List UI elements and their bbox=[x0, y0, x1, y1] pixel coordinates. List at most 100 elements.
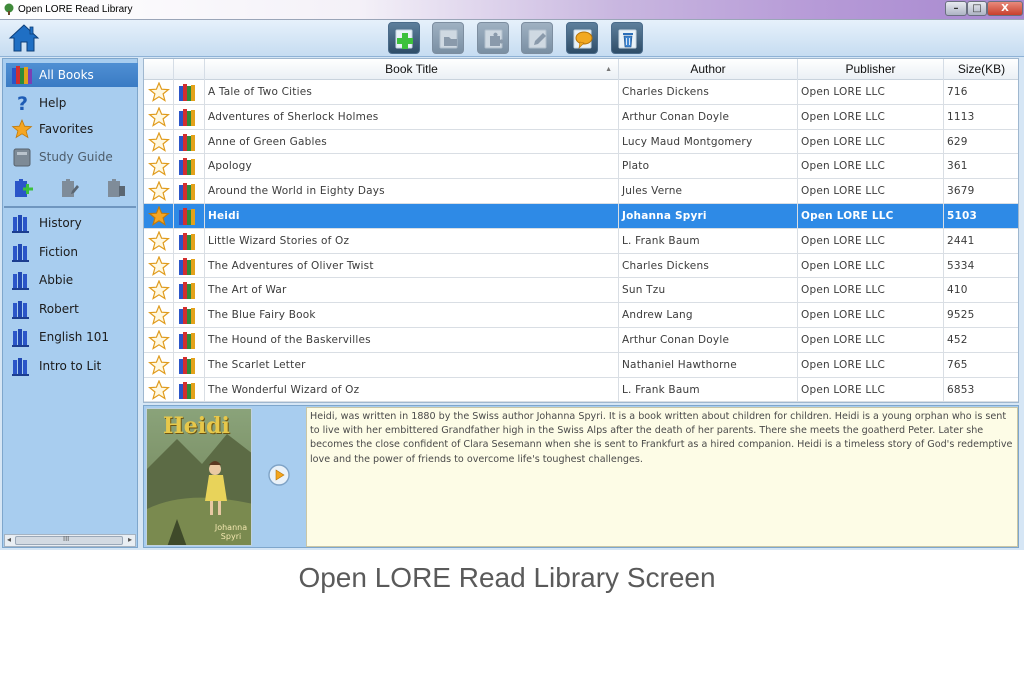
favorite-star-icon[interactable] bbox=[148, 330, 170, 350]
table-row[interactable]: Little Wizard Stories of Oz L. Frank Baum… bbox=[144, 228, 1018, 254]
maximize-button[interactable]: □ bbox=[967, 1, 987, 16]
edit-shelf-icon[interactable] bbox=[59, 177, 81, 199]
favorite-cell[interactable] bbox=[144, 228, 174, 253]
sidebar-shelf-item[interactable]: English 101 bbox=[6, 325, 138, 349]
favorite-cell[interactable] bbox=[144, 377, 174, 402]
sidebar-shelf-item[interactable]: Abbie bbox=[6, 268, 138, 292]
title-cell: The Blue Fairy Book bbox=[205, 303, 619, 328]
read-aloud-button[interactable] bbox=[268, 464, 290, 486]
size-column-header[interactable]: Size(KB) bbox=[944, 59, 1018, 80]
title-cell: The Art of War bbox=[205, 278, 619, 303]
favorite-star-icon[interactable] bbox=[148, 181, 170, 202]
favorite-star-icon[interactable] bbox=[148, 156, 170, 177]
author-cell: Arthur Conan Doyle bbox=[619, 328, 798, 352]
scroll-right-icon[interactable]: ▸ bbox=[128, 535, 132, 544]
favorite-cell[interactable] bbox=[144, 104, 174, 129]
plugin-button[interactable] bbox=[477, 22, 509, 54]
edit-button[interactable] bbox=[521, 22, 553, 54]
size-cell: 2441 bbox=[944, 229, 1018, 253]
favorite-cell[interactable] bbox=[144, 129, 174, 154]
open-folder-button[interactable] bbox=[432, 22, 464, 54]
type-cell bbox=[174, 154, 205, 179]
add-shelf-icon[interactable] bbox=[13, 177, 35, 199]
table-row[interactable]: The Hound of the Baskervilles Arthur Cona… bbox=[144, 328, 1018, 353]
add-book-button[interactable] bbox=[388, 22, 420, 54]
book-type-icon bbox=[179, 356, 195, 374]
sidebar-item-all-books[interactable]: All Books bbox=[6, 63, 138, 87]
table-row[interactable]: Around the World in Eighty Days Jules Ver… bbox=[144, 179, 1018, 204]
favorite-cell[interactable] bbox=[144, 352, 174, 377]
sort-ascending-icon: ▲ bbox=[605, 66, 612, 73]
type-column-header[interactable] bbox=[174, 59, 205, 80]
table-row[interactable]: Adventures of Sherlock Holmes Arthur Cona… bbox=[144, 104, 1018, 130]
help-icon: ? bbox=[17, 93, 28, 113]
favorite-star-icon[interactable] bbox=[148, 305, 170, 326]
sidebar-shelf-item[interactable]: History bbox=[6, 211, 138, 235]
table-row[interactable]: The Adventures of Oliver Twist Charles Di… bbox=[144, 253, 1018, 279]
comment-icon bbox=[573, 29, 593, 49]
favorite-column-header[interactable] bbox=[144, 59, 174, 80]
home-button[interactable] bbox=[8, 22, 40, 54]
book-type-icon bbox=[179, 232, 195, 250]
author-column-header[interactable]: Author bbox=[619, 59, 798, 80]
type-cell bbox=[174, 204, 205, 228]
table-row[interactable]: Apology Plato Open LORE LLC 361 bbox=[144, 154, 1018, 180]
minimize-button[interactable]: – bbox=[945, 1, 967, 16]
sidebar-item-study-guide[interactable]: Study Guide bbox=[6, 145, 138, 169]
favorite-cell[interactable] bbox=[144, 204, 174, 228]
favorite-cell[interactable] bbox=[144, 80, 174, 104]
table-row[interactable]: The Art of War Sun Tzu Open LORE LLC 410 bbox=[144, 278, 1018, 304]
favorite-cell[interactable] bbox=[144, 179, 174, 204]
sidebar-item-favorites[interactable]: Favorites bbox=[6, 117, 138, 141]
table-row[interactable]: Anne of Green Gables Lucy Maud Montgomery… bbox=[144, 129, 1018, 155]
type-cell bbox=[174, 328, 205, 352]
favorite-star-filled-icon[interactable] bbox=[148, 206, 170, 226]
favorite-cell[interactable] bbox=[144, 154, 174, 179]
shelf-divider bbox=[4, 206, 136, 208]
delete-button[interactable] bbox=[611, 22, 643, 54]
favorite-cell[interactable] bbox=[144, 328, 174, 352]
book-type-icon bbox=[179, 208, 195, 225]
publisher-cell: Open LORE LLC bbox=[798, 328, 944, 352]
sidebar-horizontal-scrollbar[interactable]: ◂ III ▸ bbox=[4, 534, 136, 547]
table-row[interactable]: Heidi Johanna Spyri Open LORE LLC 5103 bbox=[144, 204, 1018, 229]
edit-icon bbox=[528, 29, 547, 49]
shelf-books-icon bbox=[12, 329, 29, 347]
table-row[interactable]: A Tale of Two Cities Charles Dickens Open … bbox=[144, 80, 1018, 105]
scroll-left-icon[interactable]: ◂ bbox=[7, 535, 11, 544]
sidebar-shelf-item[interactable]: Fiction bbox=[6, 240, 138, 264]
favorite-cell[interactable] bbox=[144, 253, 174, 278]
favorite-star-icon[interactable] bbox=[148, 280, 170, 301]
table-row[interactable]: The Wonderful Wizard of Oz L. Frank Baum O… bbox=[144, 377, 1018, 402]
sidebar-shelf-item[interactable]: Intro to Lit bbox=[6, 354, 138, 378]
sidebar-shelf-item[interactable]: Robert bbox=[6, 297, 138, 321]
title-column-header[interactable]: Book Title ▲ bbox=[205, 59, 619, 80]
puzzle-icon bbox=[484, 29, 504, 49]
sidebar-item-label: Favorites bbox=[39, 122, 94, 136]
favorite-cell[interactable] bbox=[144, 278, 174, 303]
favorite-star-icon[interactable] bbox=[148, 354, 170, 375]
favorite-cell[interactable] bbox=[144, 303, 174, 328]
delete-shelf-icon[interactable] bbox=[105, 177, 127, 199]
title-cell: The Adventures of Oliver Twist bbox=[205, 253, 619, 278]
close-button[interactable]: X bbox=[987, 1, 1023, 16]
publisher-cell: Open LORE LLC bbox=[798, 352, 944, 377]
favorite-star-icon[interactable] bbox=[148, 82, 170, 102]
table-row[interactable]: The Blue Fairy Book Andrew Lang Open LORE … bbox=[144, 303, 1018, 328]
publisher-column-header[interactable]: Publisher bbox=[798, 59, 944, 80]
author-cell: Charles Dickens bbox=[619, 80, 798, 104]
type-cell bbox=[174, 80, 205, 104]
favorite-star-icon[interactable] bbox=[148, 230, 170, 251]
scroll-thumb[interactable]: III bbox=[15, 535, 123, 545]
table-row[interactable]: The Scarlet Letter Nathaniel Hawthorne Ope… bbox=[144, 352, 1018, 378]
title-cell: Around the World in Eighty Days bbox=[205, 179, 619, 204]
favorite-star-icon[interactable] bbox=[148, 379, 170, 400]
favorite-star-icon[interactable] bbox=[148, 255, 170, 276]
book-cover: Heidi Johanna Spyri bbox=[146, 408, 252, 546]
favorite-star-icon[interactable] bbox=[148, 106, 170, 127]
sidebar-item-help[interactable]: ? Help bbox=[6, 91, 138, 115]
sidebar-item-label: Study Guide bbox=[39, 150, 113, 164]
comment-button[interactable] bbox=[566, 22, 598, 54]
favorite-star-icon[interactable] bbox=[148, 131, 170, 152]
sidebar-item-label: Robert bbox=[39, 302, 79, 316]
